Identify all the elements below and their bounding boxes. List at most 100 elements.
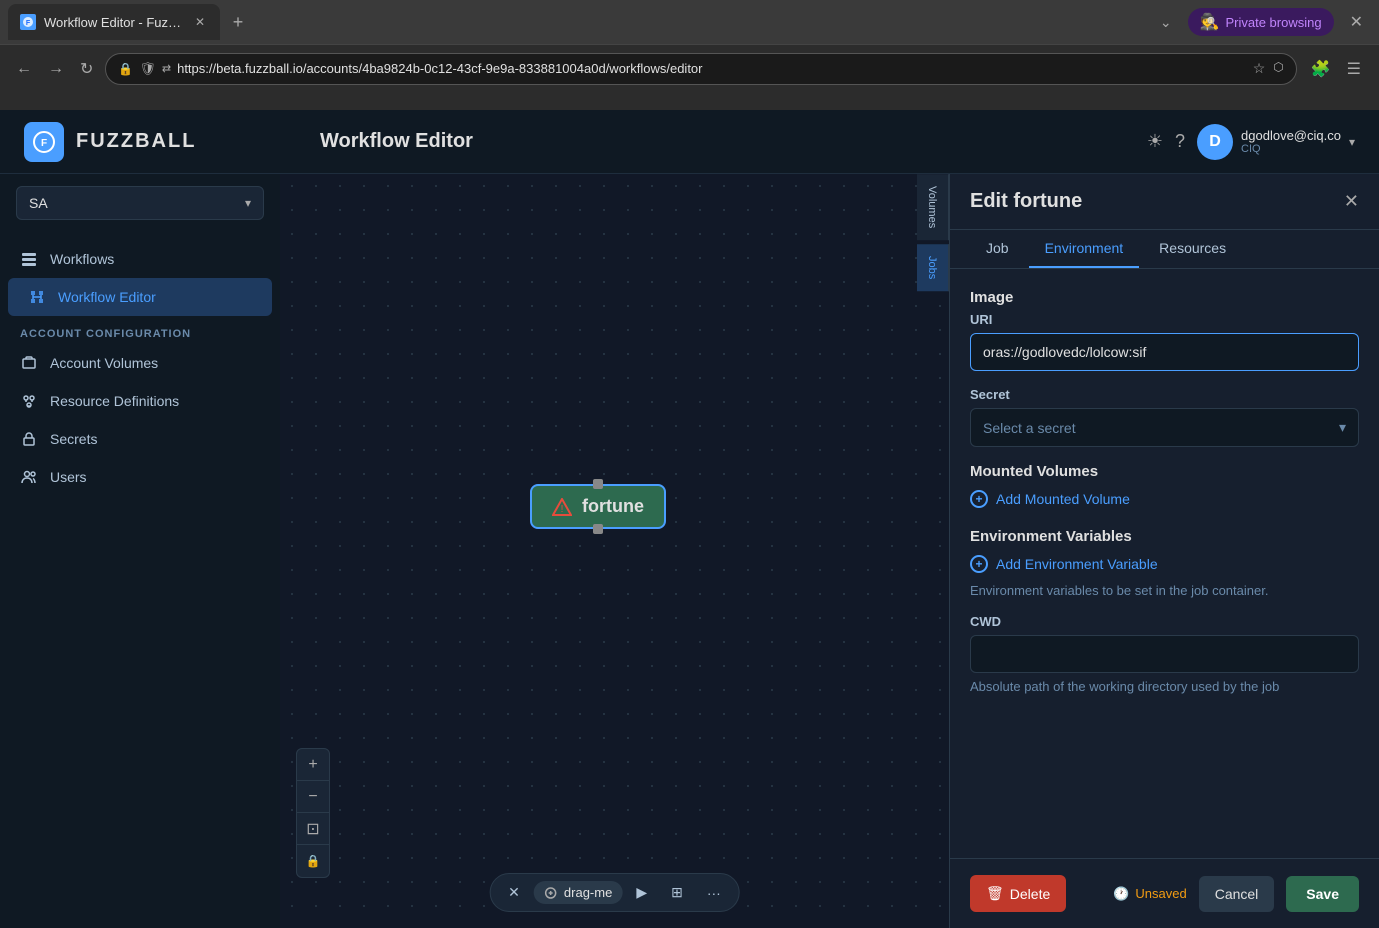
svg-text:!: ! <box>561 504 564 515</box>
volumes-side-tab[interactable]: Volumes <box>917 174 949 240</box>
logo-text: FUZZBALL <box>76 130 196 153</box>
plus-circle-icon-env: + <box>970 555 988 573</box>
cwd-input[interactable] <box>970 635 1359 673</box>
node-warning-icon: ! <box>552 497 572 517</box>
main-canvas[interactable]: Volumes Jobs ! fortune <box>280 174 949 928</box>
sidebar-logo-area: F FUZZBALL <box>24 122 304 162</box>
back-button[interactable]: ← <box>12 56 36 82</box>
delete-label: Delete <box>1010 886 1050 902</box>
jobs-side-tab[interactable]: Jobs <box>917 244 949 291</box>
volumes-tab-label: Volumes <box>927 186 939 228</box>
close-browser-button[interactable]: ✕ <box>1342 8 1371 36</box>
sidebar-item-resource-definitions[interactable]: Resource Definitions <box>0 382 280 420</box>
add-volume-label: Add Mounted Volume <box>996 491 1130 507</box>
sidebar-item-label: Secrets <box>50 431 97 447</box>
logo-icon: F <box>24 122 64 162</box>
workflow-node-fortune[interactable]: ! fortune <box>530 484 666 529</box>
canvas-controls: + − ⊡ 🔒 <box>296 748 330 878</box>
more-button[interactable]: ··· <box>697 879 731 907</box>
mounted-volumes-label: Mounted Volumes <box>970 463 1359 480</box>
add-env-var-button[interactable]: + Add Environment Variable <box>970 551 1359 577</box>
tab-job[interactable]: Job <box>970 230 1025 268</box>
sidebar-item-users[interactable]: Users <box>0 458 280 496</box>
page-title: Workflow Editor <box>320 130 1131 153</box>
volumes-icon <box>20 354 38 372</box>
node-card[interactable]: ! fortune <box>530 484 666 529</box>
url-text: https://beta.fuzzball.io/accounts/4ba982… <box>177 61 1247 76</box>
tab-list-button[interactable]: ⌄ <box>1152 10 1180 35</box>
secret-select[interactable]: Select a secret ▾ <box>970 408 1359 447</box>
private-browsing-badge: 🕵 Private browsing <box>1188 8 1334 36</box>
play-button[interactable]: ▶ <box>626 878 657 907</box>
save-button[interactable]: Save <box>1286 876 1359 912</box>
drag-me-label: drag-me <box>564 885 612 900</box>
env-vars-desc: Environment variables to be set in the j… <box>970 583 1359 598</box>
sidebar-item-label: Workflow Editor <box>58 289 156 305</box>
node-handle-bottom <box>593 524 603 534</box>
private-browsing-label: Private browsing <box>1225 15 1321 30</box>
forward-button[interactable]: → <box>44 56 68 82</box>
tab-right-actions: ⌄ 🕵 Private browsing ✕ <box>1152 8 1371 36</box>
user-info: dgodlove@ciq.co CIQ <box>1241 128 1341 155</box>
svg-text:F: F <box>26 20 31 27</box>
plus-circle-icon: + <box>970 490 988 508</box>
bookmark-button[interactable]: ☆ <box>1253 60 1266 77</box>
env-vars-label: Environment Variables <box>970 528 1359 545</box>
address-bar-row: ← → ↻ 🔒 🛡 ⇄ https://beta.fuzzball.io/acc… <box>0 44 1379 92</box>
uri-input[interactable] <box>970 333 1359 371</box>
resource-definitions-icon <box>20 392 38 410</box>
delete-button[interactable]: 🗑 Delete <box>970 875 1066 912</box>
image-section: Image URI <box>970 289 1359 371</box>
grid-button[interactable]: ⊞ <box>661 878 693 907</box>
unsaved-badge: 🕐 Unsaved <box>1113 886 1187 902</box>
extensions-button[interactable]: 🧩 <box>1305 55 1337 83</box>
cancel-button[interactable]: Cancel <box>1199 876 1275 912</box>
tab-environment[interactable]: Environment <box>1029 230 1140 268</box>
zoom-in-button[interactable]: + <box>297 749 329 781</box>
sidebar-item-account-volumes[interactable]: Account Volumes <box>0 344 280 382</box>
canvas-area[interactable]: Volumes Jobs ! fortune <box>280 174 949 928</box>
cwd-section: CWD Absolute path of the working directo… <box>970 614 1359 694</box>
lock-button[interactable]: 🔒 <box>297 845 329 877</box>
active-tab[interactable]: F Workflow Editor - Fuzzba... ✕ <box>8 4 220 40</box>
org-selector[interactable]: SA ▾ <box>16 186 264 220</box>
close-toolbar-button[interactable]: ✕ <box>498 878 530 907</box>
node-label: fortune <box>582 496 644 517</box>
new-tab-button[interactable]: + <box>224 8 252 36</box>
sidebar-item-workflow-editor[interactable]: Workflow Editor <box>8 278 272 316</box>
fit-button[interactable]: ⊡ <box>297 813 329 845</box>
side-tabs: Volumes Jobs <box>917 174 949 291</box>
uri-label: URI <box>970 312 1359 327</box>
sidebar-item-label: Account Volumes <box>50 355 158 371</box>
select-chevron-icon: ▾ <box>1339 419 1346 436</box>
address-actions: ☆ ⬡ <box>1253 60 1284 77</box>
tab-resources[interactable]: Resources <box>1143 230 1242 268</box>
sidebar-item-workflows[interactable]: Workflows <box>0 240 280 278</box>
menu-button[interactable]: ☰ <box>1341 55 1367 83</box>
user-org: CIQ <box>1241 143 1341 155</box>
sidebar-nav: Workflows Workflow Editor ACCOUNT CONFIG… <box>0 232 280 504</box>
sidebar-item-secrets[interactable]: Secrets <box>0 420 280 458</box>
env-vars-section: Environment Variables + Add Environment … <box>970 528 1359 598</box>
address-bar[interactable]: 🔒 🛡 ⇄ https://beta.fuzzball.io/accounts/… <box>105 53 1296 85</box>
private-icon: 🕵 <box>1200 12 1220 32</box>
org-name: SA <box>29 195 48 211</box>
node-handle-top <box>593 479 603 489</box>
cwd-label: CWD <box>970 614 1359 629</box>
browser-chrome: F Workflow Editor - Fuzzba... ✕ + ⌄ 🕵 Pr… <box>0 0 1379 110</box>
panel-title: Edit fortune <box>970 190 1082 213</box>
app-header: F FUZZBALL Workflow Editor ☀ ? D dgodlov… <box>0 110 1379 174</box>
container-button[interactable]: ⬡ <box>1273 60 1283 77</box>
add-mounted-volume-button[interactable]: + Add Mounted Volume <box>970 486 1359 512</box>
lock-icon: 🔒 <box>118 62 133 76</box>
panel-close-button[interactable]: ✕ <box>1344 191 1359 212</box>
sidebar-item-label: Resource Definitions <box>50 393 179 409</box>
reload-button[interactable]: ↻ <box>76 55 97 83</box>
panel-body: Image URI Secret Select a secret ▾ Mount… <box>950 269 1379 858</box>
theme-toggle-button[interactable]: ☀ <box>1147 131 1163 152</box>
user-dropdown-button[interactable]: ▾ <box>1349 135 1355 149</box>
tab-close-button[interactable]: ✕ <box>192 14 208 30</box>
help-button[interactable]: ? <box>1175 131 1185 152</box>
drag-me-button[interactable]: drag-me <box>534 881 622 904</box>
zoom-out-button[interactable]: − <box>297 781 329 813</box>
